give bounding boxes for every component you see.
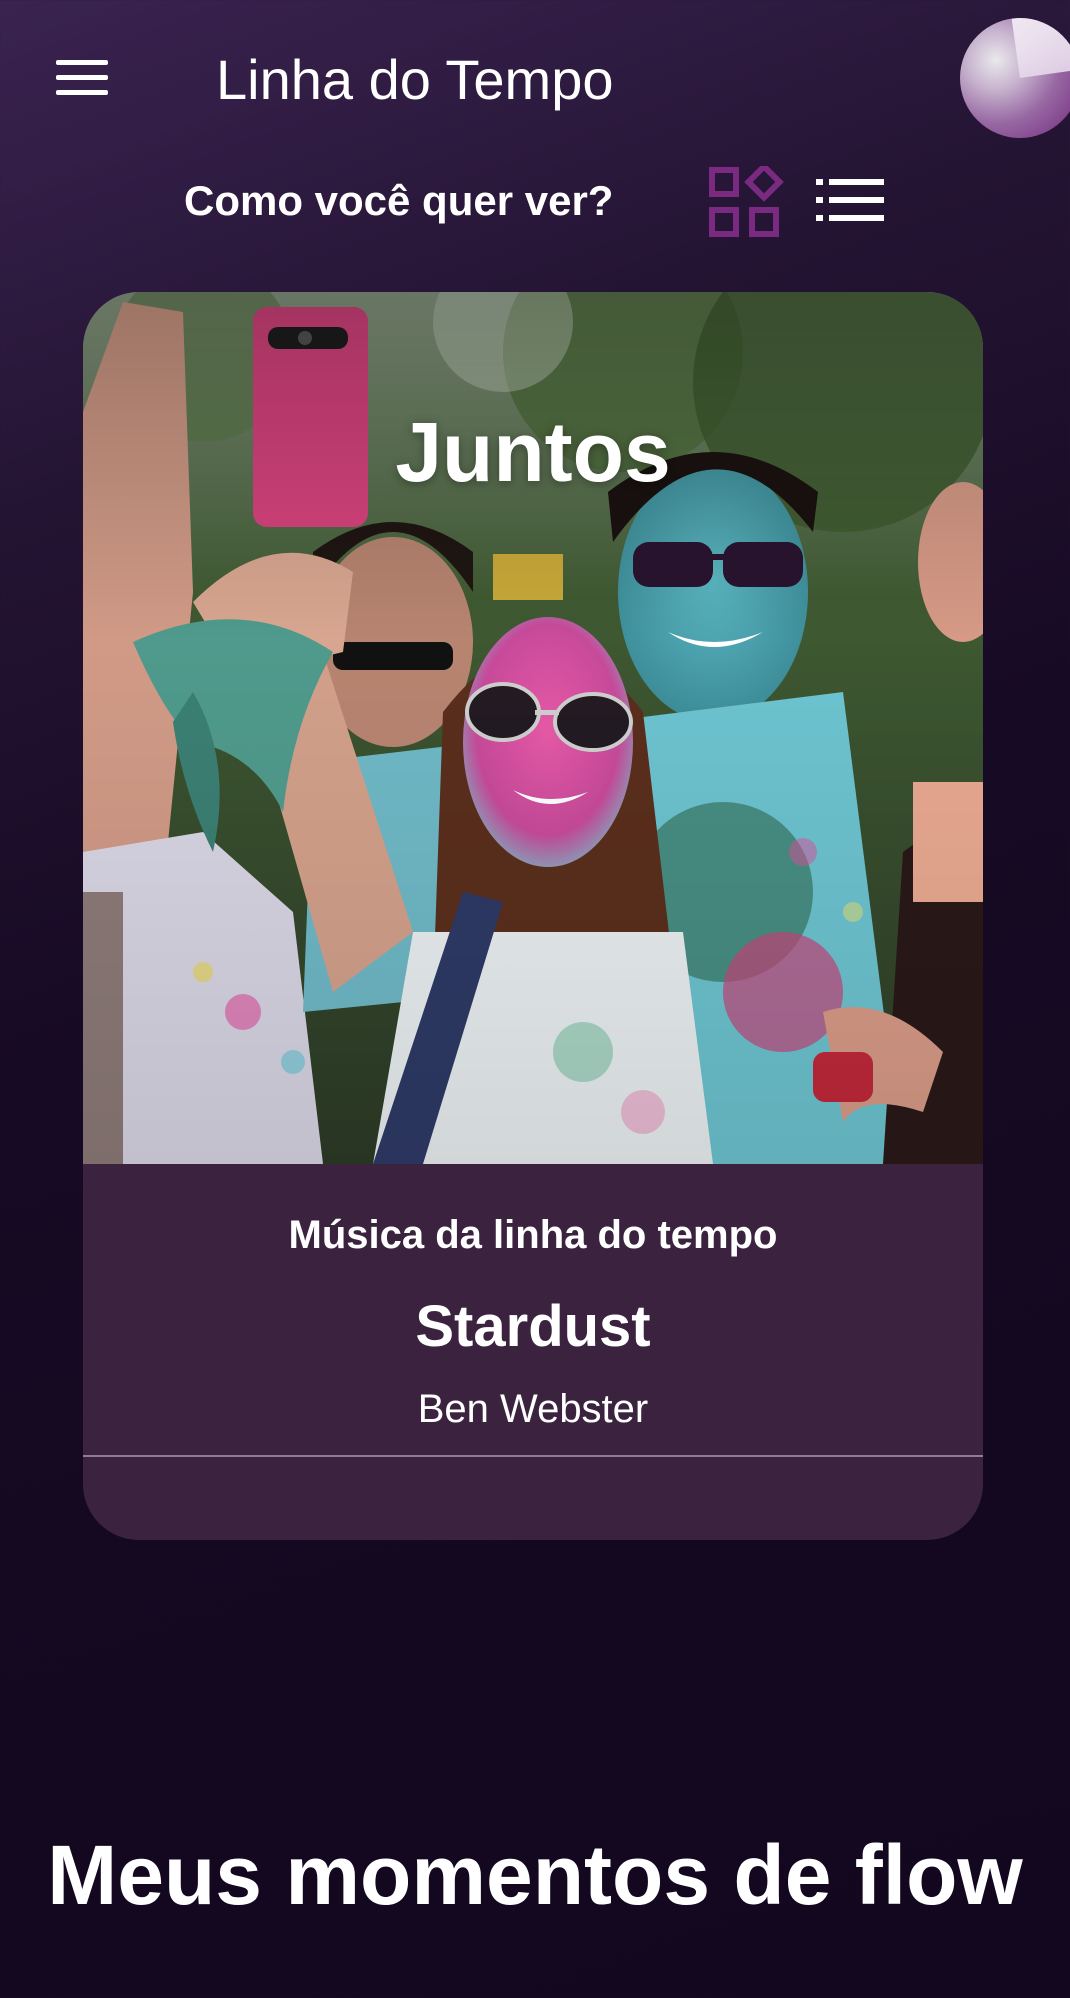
profile-avatar[interactable] bbox=[960, 18, 1070, 138]
timeline-cover-photo: Juntos bbox=[83, 292, 983, 1164]
avatar-highlight bbox=[1011, 18, 1070, 79]
section-heading: Meus momentos de flow bbox=[47, 1828, 1023, 1922]
menu-line bbox=[56, 90, 108, 95]
view-switch-row: Como você quer ver? bbox=[0, 160, 1070, 242]
playback-progress-bar[interactable] bbox=[83, 1455, 983, 1457]
menu-line bbox=[56, 60, 108, 65]
song-artist: Ben Webster bbox=[417, 1387, 649, 1431]
list-view-icon bbox=[816, 179, 884, 221]
list-view-button[interactable] bbox=[814, 176, 886, 224]
song-title: Stardust bbox=[415, 1294, 651, 1359]
hamburger-menu-icon[interactable] bbox=[52, 56, 112, 100]
music-section-label: Música da linha do tempo bbox=[288, 1213, 778, 1257]
top-bar: Linha do Tempo bbox=[0, 0, 1070, 160]
menu-line bbox=[56, 75, 108, 80]
timeline-music-info: Música da linha do tempo Stardust Ben We… bbox=[83, 1164, 983, 1448]
grid-view-icon bbox=[709, 162, 784, 237]
view-question-label: Como você quer ver? bbox=[184, 177, 614, 224]
page-title: Linha do Tempo bbox=[216, 48, 614, 111]
timeline-title: Juntos bbox=[395, 405, 671, 499]
timeline-card[interactable]: Juntos Música da linha do tempo Stardust… bbox=[83, 292, 983, 1540]
grid-view-button[interactable] bbox=[708, 162, 784, 240]
